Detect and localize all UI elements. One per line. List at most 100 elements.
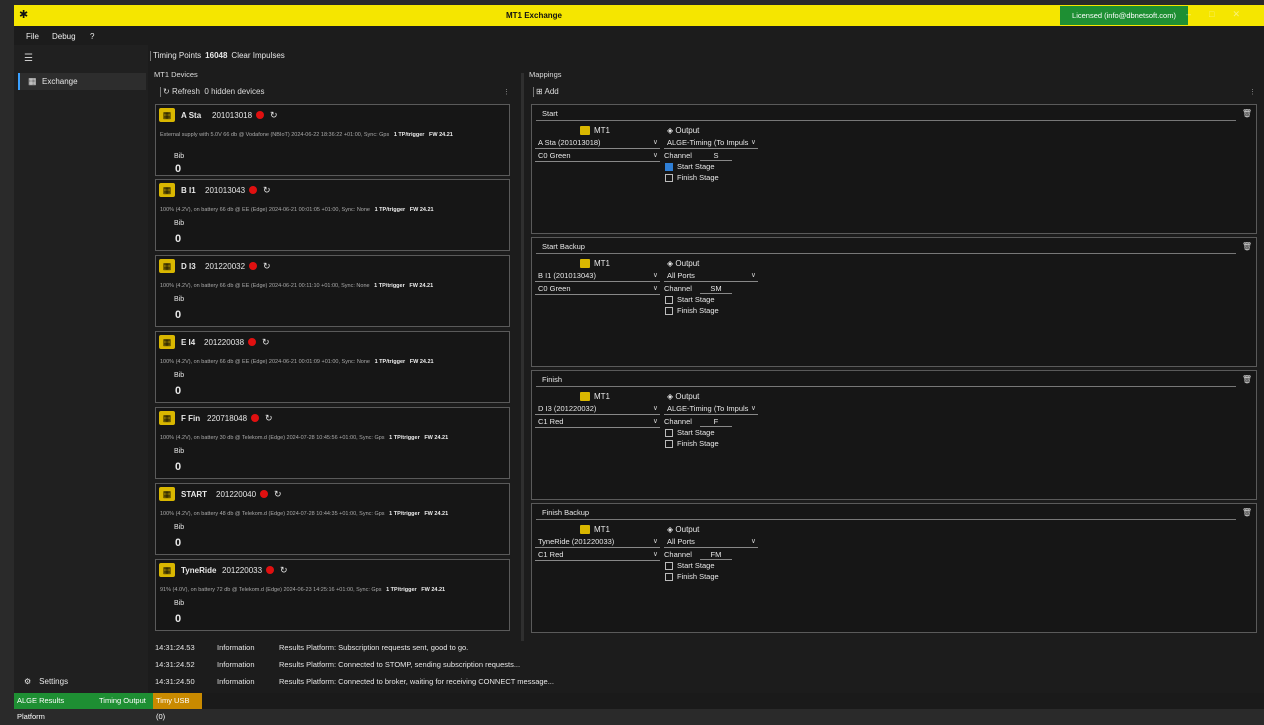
device-info: 100% (4.2V), on battery 66 db @ EE (Edge… bbox=[160, 207, 434, 213]
bib-value: 0 bbox=[175, 385, 182, 397]
refresh-button[interactable]: Refresh bbox=[172, 87, 200, 96]
hamburger-menu-icon[interactable]: ☰ bbox=[24, 53, 33, 64]
menu-file[interactable]: File bbox=[26, 32, 39, 41]
delete-mapping-icon[interactable]: 🗑 bbox=[1242, 242, 1252, 251]
device-card[interactable]: ▦ B I1 201013043 ↻ 100% (4.2V), on battery 6… bbox=[155, 179, 510, 251]
sidebar-item-exchange[interactable]: ▦ Exchange bbox=[18, 73, 146, 90]
sync-icon[interactable]: ↻ bbox=[280, 565, 288, 576]
device-serial: 201013043 bbox=[205, 186, 246, 195]
device-card[interactable]: ▦ START 201220040 ↻ 100% (4.2V), on battery … bbox=[155, 483, 510, 555]
refresh-icon[interactable]: ↻ bbox=[163, 87, 170, 96]
finish-stage-checkbox[interactable]: Finish Stage bbox=[665, 306, 719, 316]
timing-points-label: Timing Points bbox=[153, 51, 202, 61]
device-select[interactable]: TyneRide (201220033) ∨ bbox=[535, 537, 660, 548]
channel-select[interactable]: C0 Green ∨ bbox=[535, 151, 660, 162]
device-list: ▦ A Sta 201013018 ↻ External supply with 5.0… bbox=[155, 104, 511, 632]
window-controls[interactable]: –□✕ bbox=[1186, 9, 1258, 20]
chevron-down-icon: ∨ bbox=[652, 272, 658, 279]
status-dot-icon bbox=[266, 566, 274, 574]
menu-help[interactable]: ? bbox=[90, 32, 94, 41]
sync-icon[interactable]: ↻ bbox=[265, 413, 273, 424]
menu-bar: File Debug ? bbox=[14, 27, 1264, 45]
menu-debug[interactable]: Debug bbox=[52, 32, 76, 41]
device-name: E I4 bbox=[181, 338, 196, 347]
device-card[interactable]: ▦ E I4 201220038 ↻ 100% (4.2V), on battery 6… bbox=[155, 331, 510, 403]
device-info: 91% (4.0V), on battery 72 db @ Telekom.d… bbox=[160, 587, 446, 593]
sidebar: ☰ ▦ Exchange ⚙ Settings bbox=[14, 45, 148, 695]
delete-mapping-icon[interactable]: 🗑 bbox=[1242, 508, 1252, 517]
device-serial: 201013018 bbox=[212, 111, 253, 120]
channel-input[interactable]: FM bbox=[699, 550, 732, 560]
channel-select[interactable]: C1 Red ∨ bbox=[535, 417, 660, 428]
device-card[interactable]: ▦ A Sta 201013018 ↻ External supply with 5.0… bbox=[155, 104, 510, 176]
channel-input[interactable]: S bbox=[699, 151, 732, 161]
add-icon[interactable]: ⊞ bbox=[536, 87, 543, 96]
log-message: Results Platform: Subscription requests … bbox=[279, 643, 469, 652]
sync-icon[interactable]: ↻ bbox=[263, 261, 271, 272]
sync-icon[interactable]: ↻ bbox=[262, 337, 270, 348]
start-stage-checkbox[interactable]: Start Stage bbox=[665, 162, 715, 172]
device-serial: 201220038 bbox=[204, 338, 245, 347]
device-icon: ▦ bbox=[159, 411, 175, 425]
start-stage-checkbox[interactable]: Start Stage bbox=[665, 428, 715, 438]
mapping-name-field[interactable]: Start bbox=[536, 109, 1236, 121]
start-stage-checkbox[interactable]: Start Stage bbox=[665, 295, 715, 305]
panel-splitter[interactable] bbox=[521, 73, 524, 641]
log-level: Information bbox=[217, 660, 255, 669]
sync-icon[interactable]: ↻ bbox=[263, 185, 271, 196]
delete-mapping-icon[interactable]: 🗑 bbox=[1242, 109, 1252, 118]
device-icon: ▦ bbox=[159, 259, 175, 273]
license-badge[interactable]: Licensed (info@dbnetsoft.com) bbox=[1060, 6, 1188, 25]
device-card[interactable]: ▦ F Fin 220718048 ↻ 100% (4.2V), on battery … bbox=[155, 407, 510, 479]
device-select[interactable]: A Sta (201013018) ∨ bbox=[535, 138, 660, 149]
channel-select[interactable]: C0 Green ∨ bbox=[535, 284, 660, 295]
mappings-title: Mappings bbox=[529, 70, 562, 79]
channel-select[interactable]: C1 Red ∨ bbox=[535, 550, 660, 561]
sync-icon[interactable]: ↻ bbox=[270, 110, 278, 121]
bib-label: Bib bbox=[174, 600, 185, 607]
start-stage-checkbox[interactable]: Start Stage bbox=[665, 561, 715, 571]
toolbar-overflow-icon[interactable]: ⋮ bbox=[1249, 88, 1256, 96]
chevron-down-icon: ∨ bbox=[652, 285, 658, 292]
finish-stage-checkbox[interactable]: Finish Stage bbox=[665, 572, 719, 582]
chevron-down-icon: ∨ bbox=[652, 538, 658, 545]
bib-value: 0 bbox=[175, 537, 182, 549]
output-select[interactable]: All Ports ∨ bbox=[664, 271, 758, 282]
network-icon: ▦ bbox=[28, 76, 37, 86]
output-select[interactable]: ALGE-Timing (To Impuls ∨ bbox=[664, 138, 758, 149]
status-timy-usb[interactable]: Timy USB (0) bbox=[153, 693, 202, 721]
mapping-name-field[interactable]: Start Backup bbox=[536, 242, 1236, 254]
device-card[interactable]: ▦ TyneRide 201220033 ↻ 91% (4.0V), on batter… bbox=[155, 559, 510, 631]
output-select[interactable]: ALGE-Timing (To Impuls ∨ bbox=[664, 404, 758, 415]
device-name: TyneRide bbox=[181, 566, 217, 575]
chevron-down-icon: ∨ bbox=[652, 551, 658, 558]
device-select[interactable]: D I3 (201220032) ∨ bbox=[535, 404, 660, 415]
settings-button[interactable]: ⚙ Settings bbox=[24, 677, 68, 686]
toolbar-overflow-icon[interactable]: ⋮ bbox=[503, 88, 510, 96]
channel-input[interactable]: F bbox=[699, 417, 732, 427]
window-title: MT1 Exchange bbox=[505, 11, 562, 20]
finish-stage-checkbox[interactable]: Finish Stage bbox=[665, 439, 719, 449]
bib-value: 0 bbox=[175, 613, 182, 625]
finish-stage-checkbox[interactable]: Finish Stage bbox=[665, 173, 719, 183]
add-mapping-button[interactable]: Add bbox=[544, 87, 558, 96]
hidden-devices-link[interactable]: 0 hidden devices bbox=[204, 87, 264, 96]
status-timing-output[interactable]: Timing Output bbox=[96, 693, 153, 709]
delete-mapping-icon[interactable]: 🗑 bbox=[1242, 375, 1252, 384]
status-results-platform[interactable]: ALGE Results Platform bbox=[14, 693, 96, 721]
status-dot-icon bbox=[249, 186, 257, 194]
output-select[interactable]: All Ports ∨ bbox=[664, 537, 758, 548]
clear-impulses-button[interactable]: Clear Impulses bbox=[231, 51, 284, 60]
device-card[interactable]: ▦ D I3 201220032 ↻ 100% (4.2V), on battery 6… bbox=[155, 255, 510, 327]
status-bar: ALGE Results Platform Timing Output Timy… bbox=[14, 693, 1264, 721]
channel-input[interactable]: SM bbox=[699, 284, 732, 294]
log-message: Results Platform: Connected to STOMP, se… bbox=[279, 660, 521, 669]
device-icon bbox=[580, 392, 590, 402]
sync-icon[interactable]: ↻ bbox=[274, 489, 282, 500]
log-time: 14:31:24.52 bbox=[155, 660, 195, 669]
title-bar: ✱ MT1 Exchange Licensed (info@dbnetsoft.… bbox=[14, 5, 1264, 26]
device-name: B I1 bbox=[181, 186, 196, 195]
mapping-name-field[interactable]: Finish Backup bbox=[536, 508, 1236, 520]
device-select[interactable]: B I1 (201013043) ∨ bbox=[535, 271, 660, 282]
mapping-name-field[interactable]: Finish bbox=[536, 375, 1236, 387]
